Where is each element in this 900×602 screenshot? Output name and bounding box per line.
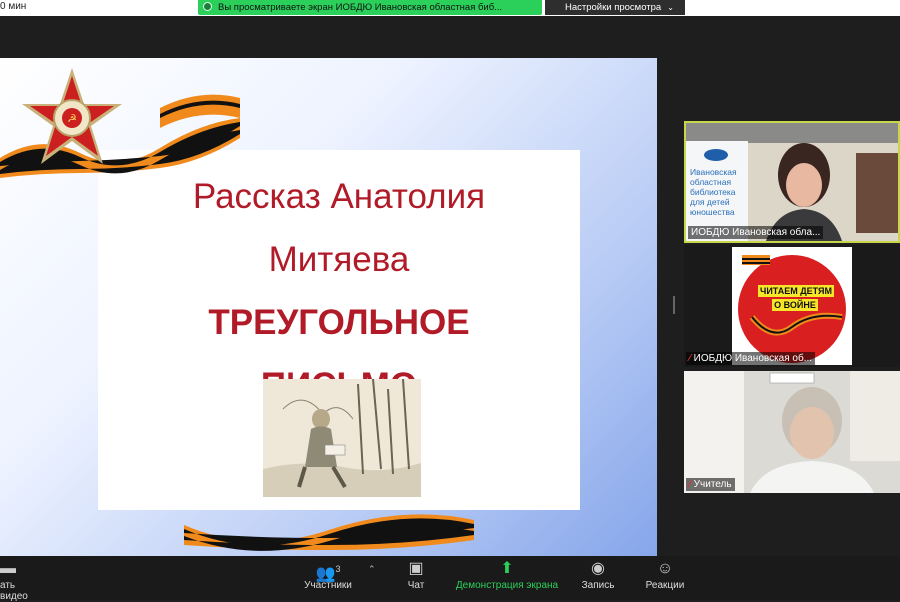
svg-text:библиотека: библиотека [690, 187, 736, 197]
meeting-timer: 0 мин [0, 1, 27, 12]
start-video-button[interactable]: ▬ ать видео [0, 558, 40, 602]
participants-menu-caret-icon[interactable]: ⌃ [368, 564, 376, 575]
screen-share-banner: Вы просматриваете экран ИОБДЮ Ивановская… [198, 0, 542, 15]
share-screen-icon: ⬆ [500, 560, 514, 577]
participant-name-1: ИОБДЮ Ивановская обла... [688, 226, 824, 239]
reactions-icon: ☺ [656, 560, 674, 577]
title-line-1: Рассказ Анатолия [192, 177, 486, 216]
participant-tile-3[interactable]: ⁄ Учитель [684, 371, 900, 493]
participants-icon: 👥3 [315, 564, 341, 583]
participant-tile-1[interactable]: Ивановская областная библиотека для дете… [684, 121, 900, 243]
participant-name-2: ⁄ ИОБДЮ Ивановская об... [686, 352, 816, 365]
title-line-3: ТРЕУГОЛЬНОЕ [208, 303, 470, 342]
participant-name-3: ⁄ Учитель [686, 478, 735, 491]
share-status-icon [203, 1, 212, 11]
record-icon: ◉ [591, 560, 605, 577]
svg-text:ЧИТАЕМ ДЕТЯМ: ЧИТАЕМ ДЕТЯМ [760, 286, 832, 296]
video-off-icon: ▬ [0, 560, 16, 577]
svg-text:☭: ☭ [67, 112, 77, 125]
record-label: Запись [581, 580, 615, 591]
svg-text:для детей: для детей [690, 197, 730, 207]
chat-icon: ▣ [408, 560, 424, 577]
view-options-button[interactable]: Настройки просмотра ⌄ [545, 0, 685, 15]
participant-name-2-text: ИОБДЮ Ивановская об... [693, 353, 813, 364]
shared-screen-slide: ☭ Рассказ Анатолия Митяева ТРЕУГОЛЬНОЕ П… [0, 58, 657, 556]
mic-muted-icon: ⁄ [689, 479, 691, 490]
participants-button[interactable]: 👥3 Участники [298, 558, 358, 591]
top-bar: 0 мин Вы просматриваете экран ИОБДЮ Иван… [0, 0, 900, 16]
participant-thumbnail-2: ЧИТАЕМ ДЕТЯМ О ВОЙНЕ [732, 247, 852, 365]
chat-button[interactable]: ▣ Чат [398, 558, 434, 591]
share-screen-button[interactable]: ⬆ Демонстрация экрана [452, 558, 562, 591]
panel-resize-handle[interactable] [673, 296, 675, 314]
order-star-icon: ☭ [22, 68, 122, 164]
share-banner-text: Вы просматриваете экран ИОБДЮ Ивановская… [218, 2, 503, 13]
start-video-label: ать видео [0, 580, 28, 602]
participant-video-1: Ивановская областная библиотека для дете… [686, 123, 898, 241]
mic-muted-icon: ⁄ [689, 353, 691, 364]
svg-text:Ивановская: Ивановская [690, 167, 737, 177]
chevron-down-icon: ⌄ [667, 3, 674, 12]
svg-text:юношества: юношества [690, 207, 735, 217]
meeting-toolbar: ▬ ать видео 👥3 Участники ⌃ ▣ Чат ⬆ Демон… [0, 556, 900, 602]
participant-tile-2[interactable]: ЧИТАЕМ ДЕТЯМ О ВОЙНЕ ⁄ ИОБДЮ Ивановская о… [684, 245, 900, 367]
svg-text:О ВОЙНЕ: О ВОЙНЕ [774, 299, 816, 310]
share-screen-label: Демонстрация экрана [455, 580, 559, 591]
reactions-button[interactable]: ☺ Реакции [642, 558, 688, 591]
soldier-illustration [263, 379, 421, 497]
participants-count: 3 [335, 564, 341, 574]
participant-name-3-text: Учитель [693, 479, 732, 490]
record-button[interactable]: ◉ Запись [578, 558, 618, 591]
st-george-ribbon-bottom-icon [184, 514, 474, 551]
reactions-label: Реакции [645, 580, 685, 591]
title-line-2: Митяева [268, 240, 410, 279]
svg-text:областная: областная [690, 177, 731, 187]
view-options-label: Настройки просмотра [565, 2, 662, 13]
participants-label: Участники [304, 580, 352, 591]
chat-label: Чат [407, 580, 425, 591]
participant-video-3 [684, 371, 900, 493]
